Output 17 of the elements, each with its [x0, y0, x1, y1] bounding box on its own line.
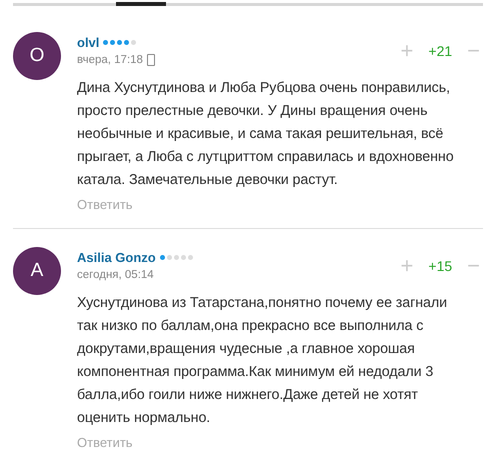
- upvote-button[interactable]: +: [398, 254, 416, 276]
- avatar: O: [13, 32, 61, 80]
- vote-score: +15: [428, 258, 452, 274]
- scroll-indicator: [116, 2, 166, 6]
- reply-link[interactable]: Ответить: [77, 197, 133, 212]
- comment-text: Хуснутдинова из Татарстана,понятно почему ее загнали так низко по баллам,она прекрасно все выполнила с докрутами,вращения чудесные ,а главное хорошая компонентная программа.Как минимум ей недодали 3 балла,ибо гоили ниже нижнего.Даже детей не хотят оценить нормально.: [77, 294, 448, 428]
- comment-time: вчера, 17:18: [77, 54, 143, 66]
- downvote-button[interactable]: −: [464, 254, 483, 276]
- downvote-button[interactable]: −: [464, 40, 483, 62]
- upvote-button[interactable]: +: [398, 40, 416, 62]
- author-link[interactable]: olvl: [77, 35, 100, 50]
- comment-text: Дина Хуснутдинова и Люба Рубцова очень понравились, просто прелестные девочки. У Дины вращения очень необычные и красивые, и сама такая решительная, всё прыгает, а Люба с лутцриттом справилась и вдохновенно катала. Замечательные девочки растут.: [77, 79, 455, 190]
- avatar: A: [13, 247, 61, 295]
- reply-link[interactable]: Ответить: [77, 435, 133, 450]
- comment-time: сегодня, 05:14: [77, 269, 154, 281]
- vote-score: +21: [428, 42, 452, 58]
- author-link[interactable]: Asilia Gonzo: [77, 250, 156, 265]
